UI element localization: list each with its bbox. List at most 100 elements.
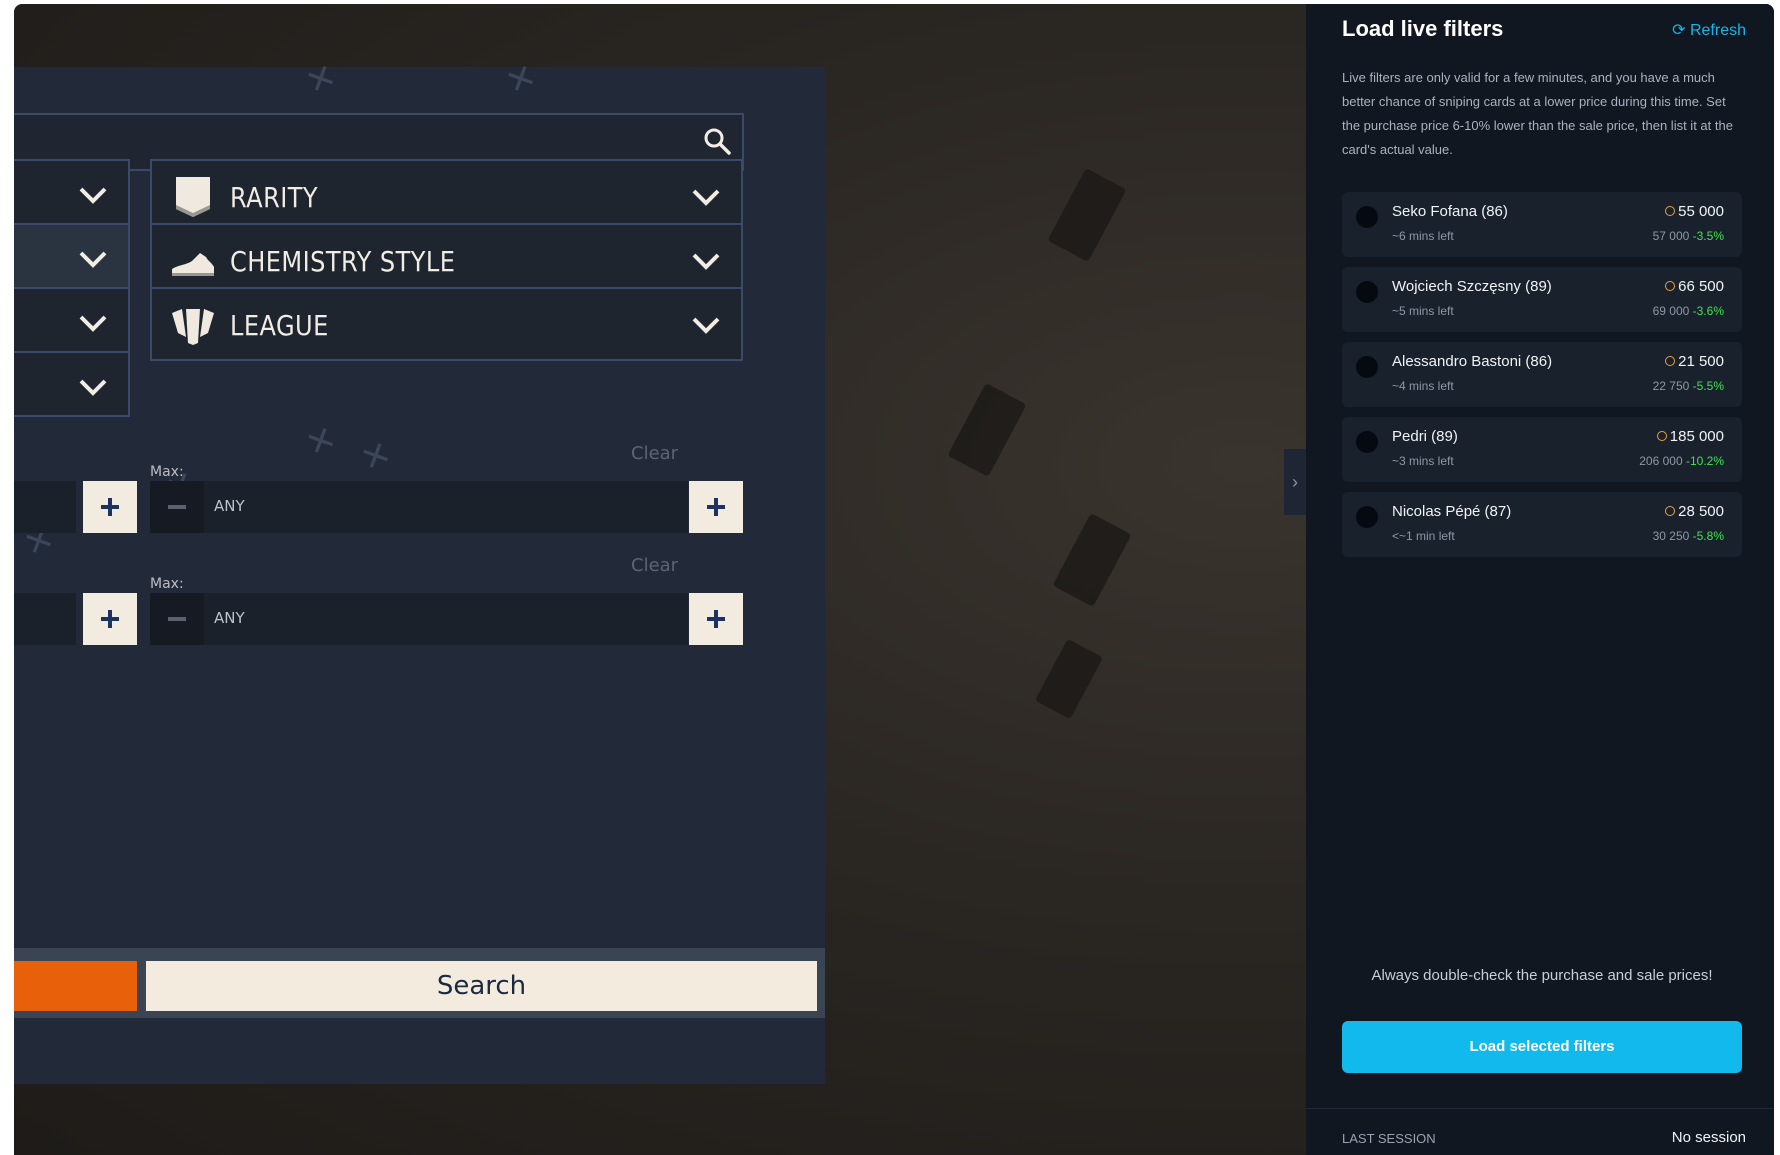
background-diamond	[947, 383, 1027, 477]
chevron-right-icon: ›	[1292, 472, 1298, 492]
player-name: Wojciech Szczęsny (89)	[1392, 278, 1552, 295]
sidebar-toggle-button[interactable]: ›	[1284, 449, 1306, 515]
background-diamond	[1034, 638, 1104, 720]
league-shield-icon	[172, 309, 214, 345]
radio-button[interactable]	[1356, 281, 1378, 303]
discount-percent: -3.5%	[1692, 229, 1724, 243]
clear-bid-price-button[interactable]: Clear	[631, 443, 678, 464]
live-filter-item[interactable]: Seko Fofana (86) ~6 mins left 55 000 57 …	[1342, 192, 1742, 257]
time-left: <~1 min left	[1392, 529, 1455, 543]
background-cross: +	[297, 412, 345, 468]
price-warning: Always double-check the purchase and sal…	[1371, 967, 1713, 984]
league-label: LEAGUE	[230, 309, 329, 342]
search-icon[interactable]	[702, 126, 732, 156]
discount-percent: -5.5%	[1692, 379, 1724, 393]
last-session-label: LAST SESSION	[1342, 1131, 1436, 1146]
min-buy-now-increment-button[interactable]	[83, 593, 137, 645]
discount-percent: -10.2%	[1685, 454, 1724, 468]
sale-price: 30 250 -5.8%	[1652, 529, 1724, 543]
sale-price: 206 000 -10.2%	[1639, 454, 1724, 468]
app-viewport: + + + + + + +	[14, 4, 1774, 1155]
min-bid-increment-button[interactable]	[83, 481, 137, 533]
refresh-button[interactable]: ⟳ Refresh	[1672, 20, 1746, 40]
refresh-label: Refresh	[1689, 22, 1746, 39]
time-left: ~6 mins left	[1392, 229, 1454, 243]
max-bid-value: ANY	[214, 497, 245, 515]
search-panel: + + + + + + +	[14, 51, 825, 1084]
time-left: ~5 mins left	[1392, 304, 1454, 318]
chevron-down-icon	[79, 251, 107, 268]
background-diamond	[1047, 168, 1127, 262]
chemistry-style-label: CHEMISTRY STYLE	[230, 245, 456, 278]
radio-button[interactable]	[1356, 431, 1378, 453]
live-filter-item[interactable]: Alessandro Bastoni (86) ~4 mins left 21 …	[1342, 342, 1742, 407]
purchase-price: 66 500	[1665, 278, 1724, 295]
live-filter-item[interactable]: Wojciech Szczęsny (89) ~5 mins left 66 5…	[1342, 267, 1742, 332]
club-dropdown[interactable]	[14, 351, 130, 417]
max-bid-input[interactable]: ANY	[150, 481, 688, 533]
sale-price: 69 000 -3.6%	[1652, 304, 1724, 318]
chemistry-style-dropdown[interactable]: CHEMISTRY STYLE	[150, 223, 743, 297]
max-buy-now-label: Max:	[150, 576, 184, 592]
reset-button[interactable]	[14, 961, 137, 1011]
sale-price: 22 750 -5.5%	[1652, 379, 1724, 393]
chevron-down-icon	[692, 253, 720, 270]
background-cross: +	[352, 427, 400, 483]
purchase-price: 55 000	[1665, 203, 1724, 220]
coin-icon	[1656, 431, 1667, 441]
search-button[interactable]: Search	[146, 961, 817, 1011]
radio-button[interactable]	[1356, 356, 1378, 378]
quality-dropdown[interactable]	[14, 159, 130, 231]
max-bid-decrement-button[interactable]	[150, 481, 204, 533]
background-cross: +	[297, 50, 345, 106]
player-name: Seko Fofana (86)	[1392, 203, 1508, 220]
time-left: ~4 mins left	[1392, 379, 1454, 393]
max-buy-now-input[interactable]: ANY	[150, 593, 688, 645]
purchase-price: 185 000	[1656, 428, 1724, 445]
max-buy-now-increment-button[interactable]	[689, 593, 743, 645]
coin-icon	[1665, 281, 1676, 291]
chevron-down-icon	[692, 189, 720, 206]
max-buy-now-decrement-button[interactable]	[150, 593, 204, 645]
refresh-icon: ⟳	[1672, 22, 1686, 39]
player-name: Pedri (89)	[1392, 428, 1458, 445]
coin-icon	[1665, 506, 1676, 516]
last-session-value: No session	[1671, 1129, 1746, 1146]
radio-button[interactable]	[1356, 206, 1378, 228]
background-diamond	[1052, 513, 1132, 607]
nationality-dropdown[interactable]	[14, 287, 130, 359]
coin-icon	[1665, 206, 1676, 216]
live-filter-item[interactable]: Pedri (89) ~3 mins left 185 000 206 000 …	[1342, 417, 1742, 482]
boot-icon	[172, 253, 214, 276]
time-left: ~3 mins left	[1392, 454, 1454, 468]
max-buy-now-value: ANY	[214, 609, 245, 627]
coin-icon	[1665, 356, 1676, 366]
player-name: Alessandro Bastoni (86)	[1392, 353, 1553, 370]
rarity-label: RARITY	[230, 181, 319, 214]
sidebar-title: Load live filters	[1342, 16, 1504, 41]
chevron-down-icon	[79, 187, 107, 204]
clear-buy-now-price-button[interactable]: Clear	[631, 555, 678, 576]
divider	[1306, 1108, 1774, 1109]
rarity-badge-icon	[176, 177, 210, 217]
chevron-down-icon	[692, 317, 720, 334]
live-filter-item[interactable]: Nicolas Pépé (87) <~1 min left 28 500 30…	[1342, 492, 1742, 557]
discount-percent: -3.6%	[1692, 304, 1724, 318]
min-bid-input[interactable]	[14, 481, 76, 533]
max-bid-increment-button[interactable]	[689, 481, 743, 533]
radio-button[interactable]	[1356, 506, 1378, 528]
rarity-dropdown[interactable]: RARITY	[150, 159, 743, 233]
min-buy-now-input[interactable]	[14, 593, 76, 645]
chevron-down-icon	[79, 315, 107, 332]
max-bid-label: Max:	[150, 464, 184, 480]
live-filters-sidebar: Load live filters ⟳ Refresh Live filters…	[1306, 4, 1774, 1155]
position-dropdown[interactable]	[14, 223, 130, 295]
player-name: Nicolas Pépé (87)	[1392, 503, 1512, 520]
league-dropdown[interactable]: LEAGUE	[150, 287, 743, 361]
background-cross: +	[497, 50, 545, 106]
chevron-down-icon	[79, 379, 107, 396]
purchase-price: 28 500	[1665, 503, 1724, 520]
purchase-price: 21 500	[1665, 353, 1724, 370]
sale-price: 57 000 -3.5%	[1652, 229, 1724, 243]
load-selected-filters-button[interactable]: Load selected filters	[1342, 1021, 1742, 1073]
